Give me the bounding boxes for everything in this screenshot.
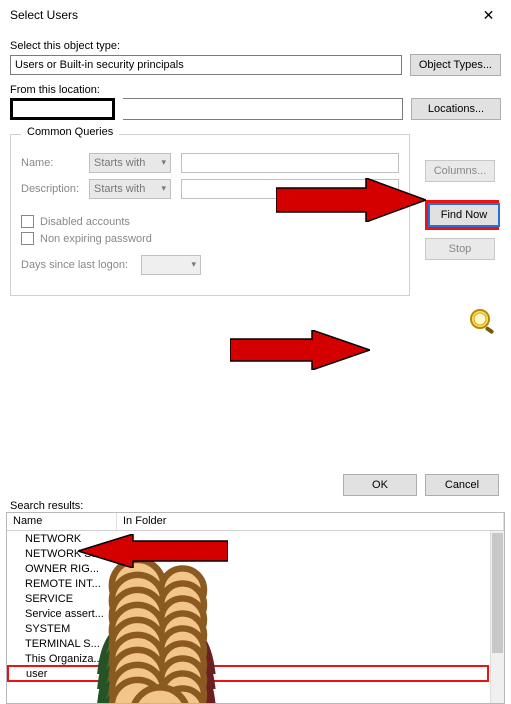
non-expiring-label: Non expiring password [40,233,152,245]
stop-button[interactable]: Stop [425,238,495,260]
cancel-button[interactable]: Cancel [425,474,499,496]
group-icon [9,607,23,621]
description-label: Description: [21,183,89,195]
desc-mode-combo[interactable]: Starts with ▾ [89,179,171,199]
columns-button[interactable]: Columns... [425,160,495,182]
close-button[interactable]: ✕ [466,0,511,30]
object-types-button[interactable]: Object Types... [410,54,501,76]
table-row[interactable]: user [8,666,488,681]
table-row[interactable]: SERVICE [7,591,490,606]
common-queries-legend: Common Queries [21,126,119,138]
table-row[interactable]: TERMINAL S... [7,636,490,651]
name-input[interactable] [181,153,399,173]
ok-button[interactable]: OK [343,474,417,496]
object-type-label: Select this object type: [10,40,501,52]
table-row[interactable]: SYSTEM [7,621,490,636]
group-icon [9,562,23,576]
location-field-redacted[interactable] [10,98,115,120]
checkbox-icon [21,215,34,228]
group-icon [9,532,23,546]
close-icon: ✕ [483,7,495,24]
location-field[interactable] [123,98,403,120]
group-icon [9,652,23,666]
window-title: Select Users [10,8,78,22]
name-mode-value: Starts with [94,157,145,169]
object-type-field[interactable] [10,55,402,75]
titlebar: Select Users ✕ [0,0,511,30]
name-label: Name: [21,157,89,169]
user-icon [10,667,24,681]
table-row[interactable]: NETWORK [7,531,490,546]
name-mode-combo[interactable]: Starts with ▾ [89,153,171,173]
group-icon [9,547,23,561]
common-queries-group: Common Queries Name: Starts with ▾ Descr… [10,134,410,296]
find-now-highlight: Find Now [425,200,499,230]
locations-button[interactable]: Locations... [411,98,501,120]
table-row[interactable]: REMOTE INT... [7,576,490,591]
vertical-scrollbar[interactable] [490,531,504,703]
annotation-arrow [230,330,370,370]
table-row[interactable]: NETWORK S... [7,546,490,561]
days-combo[interactable]: ▾ [141,255,201,275]
group-icon [9,592,23,606]
table-row[interactable]: This Organiza... [7,651,490,666]
chevron-down-icon: ▾ [161,183,166,194]
from-location-label: From this location: [10,84,501,96]
scrollbar-thumb[interactable] [492,533,503,653]
group-icon [9,577,23,591]
col-name-header[interactable]: Name [7,513,117,530]
grid-header: Name In Folder [7,513,504,531]
group-icon [9,637,23,651]
table-row[interactable]: Service assert... [7,606,490,621]
days-since-label: Days since last logon: [21,259,141,271]
non-expiring-check[interactable]: Non expiring password [21,232,399,245]
chevron-down-icon: ▾ [161,157,166,168]
chevron-down-icon: ▾ [191,259,196,270]
group-icon [9,622,23,636]
search-icon [467,308,499,337]
disabled-accounts-label: Disabled accounts [40,216,130,228]
description-input[interactable] [181,179,399,199]
col-folder-header[interactable]: In Folder [117,513,504,530]
find-now-button[interactable]: Find Now [429,204,499,226]
disabled-accounts-check[interactable]: Disabled accounts [21,215,399,228]
table-row[interactable]: OWNER RIG... [7,561,490,576]
checkbox-icon [21,232,34,245]
desc-mode-value: Starts with [94,183,145,195]
results-grid[interactable]: Name In Folder NETWORKNETWORK S...OWNER … [6,512,505,704]
